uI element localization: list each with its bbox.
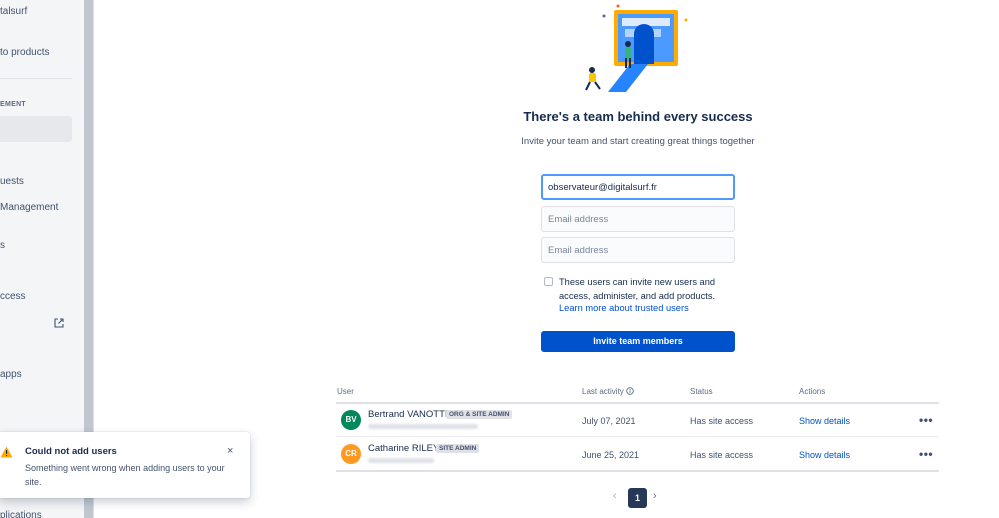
sidebar-item-groups[interactable]: s: [0, 240, 5, 251]
column-header-actions: Actions: [799, 387, 826, 396]
error-flag: Could not add users Something went wrong…: [0, 432, 250, 498]
trusted-users-link[interactable]: Learn more about trusted users: [559, 303, 689, 313]
close-icon[interactable]: ×: [227, 445, 233, 457]
pagination-page-1[interactable]: 1: [628, 488, 647, 508]
column-header-last-activity[interactable]: Last activity: [582, 387, 634, 396]
page-subtitle: Invite your team and start creating grea…: [521, 136, 755, 147]
table-header-divider: [336, 402, 939, 404]
status-text: Has site access: [690, 450, 754, 460]
more-actions-button[interactable]: •••: [919, 447, 933, 461]
last-activity: July 07, 2021: [582, 416, 636, 426]
show-details-link[interactable]: Show details: [799, 416, 850, 426]
show-details-link[interactable]: Show details: [799, 450, 850, 460]
trusted-users-checkbox[interactable]: [544, 277, 553, 286]
email-field-2[interactable]: [541, 206, 735, 232]
user-name[interactable]: Catharine RILEY: [368, 443, 439, 454]
sidebar-item-apps[interactable]: apps: [0, 369, 22, 380]
table-bottom-divider: [336, 470, 939, 472]
avatar: CR: [341, 444, 361, 464]
trusted-users-label: These users can invite new users and acc…: [559, 277, 716, 301]
email-field-3[interactable]: [541, 237, 735, 263]
page-title: There's a team behind every success: [523, 109, 753, 124]
user-name[interactable]: Bertrand VANOTTI: [368, 409, 448, 420]
info-icon[interactable]: [626, 387, 634, 395]
more-actions-button[interactable]: •••: [919, 413, 933, 427]
flag-title: Could not add users: [25, 446, 117, 457]
user-email-redacted: [368, 458, 434, 463]
external-link-icon[interactable]: [54, 318, 64, 328]
sidebar-item-applications[interactable]: plications: [0, 510, 42, 518]
sidebar-item-requests[interactable]: uests: [0, 176, 24, 187]
role-badge: ORG & SITE ADMIN: [446, 410, 513, 419]
sidebar-back-to-products[interactable]: to products: [0, 47, 49, 58]
flag-description: Something went wrong when adding users t…: [25, 463, 225, 487]
pagination-next-button[interactable]: ›: [653, 490, 657, 502]
sidebar-divider: [0, 78, 72, 79]
role-badge: SITE ADMIN: [436, 444, 480, 453]
warning-icon: [0, 446, 13, 458]
sidebar-section-heading: EMENT: [0, 101, 26, 108]
invite-team-members-button[interactable]: Invite team members: [541, 331, 735, 352]
row-divider: [336, 436, 939, 437]
user-email-redacted: [368, 424, 478, 429]
sidebar-site-name[interactable]: talsurf: [0, 6, 27, 17]
pagination-prev-button[interactable]: ‹: [613, 490, 617, 502]
column-header-status[interactable]: Status: [690, 387, 713, 396]
status-text: Has site access: [690, 416, 754, 426]
sidebar-item-access[interactable]: ccess: [0, 291, 26, 302]
column-header-user[interactable]: User: [337, 387, 354, 396]
last-activity: June 25, 2021: [582, 450, 640, 460]
sidebar-item-management[interactable]: Management: [0, 202, 58, 213]
team-illustration: [585, 4, 688, 92]
avatar: BV: [341, 410, 361, 430]
email-field-1[interactable]: [541, 174, 735, 200]
